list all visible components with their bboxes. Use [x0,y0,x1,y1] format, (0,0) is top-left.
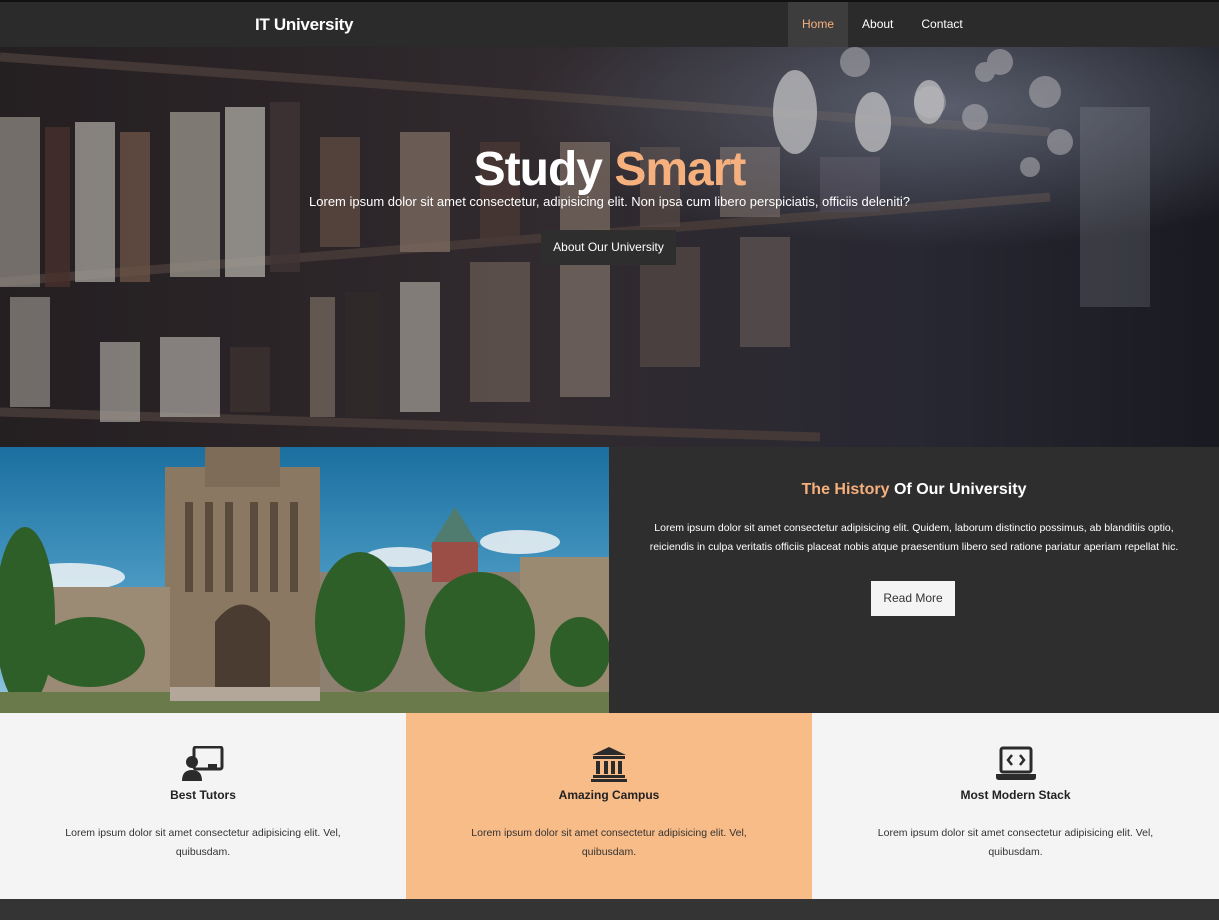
feature-text: Lorem ipsum dolor sit amet consectetur a… [471,827,747,858]
history-title: The History Of Our University [609,481,1219,499]
feature-title: Most Modern Stack [960,788,1071,802]
hero-title-accent: Smart [614,143,746,196]
feature-card-tutors: Best Tutors Lorem ipsum dolor sit amet c… [0,713,406,899]
feature-card-campus: Amazing Campus Lorem ipsum dolor sit ame… [406,713,812,899]
university-icon [591,747,627,782]
laptop-code-icon [995,746,1036,780]
hero-subtitle: Lorem ipsum dolor sit amet consectetur, … [309,194,910,209]
main-nav: Home About Contact [788,2,977,47]
history-section: The History Of Our University Lorem ipsu… [609,447,1219,713]
history-title-accent: The History [801,481,890,498]
read-more-button[interactable]: Read More [871,581,955,616]
about-university-button[interactable]: About Our University [541,230,676,265]
nav-link-home[interactable]: Home [788,2,849,47]
feature-card-stack: Most Modern Stack Lorem ipsum dolor sit … [812,713,1219,899]
nav-link-about[interactable]: About [848,2,907,47]
feature-text: Lorem ipsum dolor sit amet consectetur a… [877,827,1154,858]
hero-title-main: Study [473,143,603,196]
history-title-rest: Of Our University [893,481,1027,498]
campus-building-image [0,447,609,713]
campus-photo [0,447,609,713]
top-navbar: IT University Home About Contact [0,0,1219,47]
features-section: Best Tutors Lorem ipsum dolor sit amet c… [0,713,1219,899]
teacher-icon [182,746,224,781]
hero-title: Study Smart [0,142,1219,197]
history-text: Lorem ipsum dolor sit amet consectetur a… [649,522,1179,553]
brand-logo[interactable]: IT University [255,15,353,35]
feature-text: Lorem ipsum dolor sit amet consectetur a… [65,827,341,858]
feature-title: Best Tutors [170,788,236,802]
hero-section: Study Smart Lorem ipsum dolor sit amet c… [0,47,1219,447]
footer-strip [0,899,1219,920]
nav-link-contact[interactable]: Contact [907,2,976,47]
feature-title: Amazing Campus [558,788,660,802]
